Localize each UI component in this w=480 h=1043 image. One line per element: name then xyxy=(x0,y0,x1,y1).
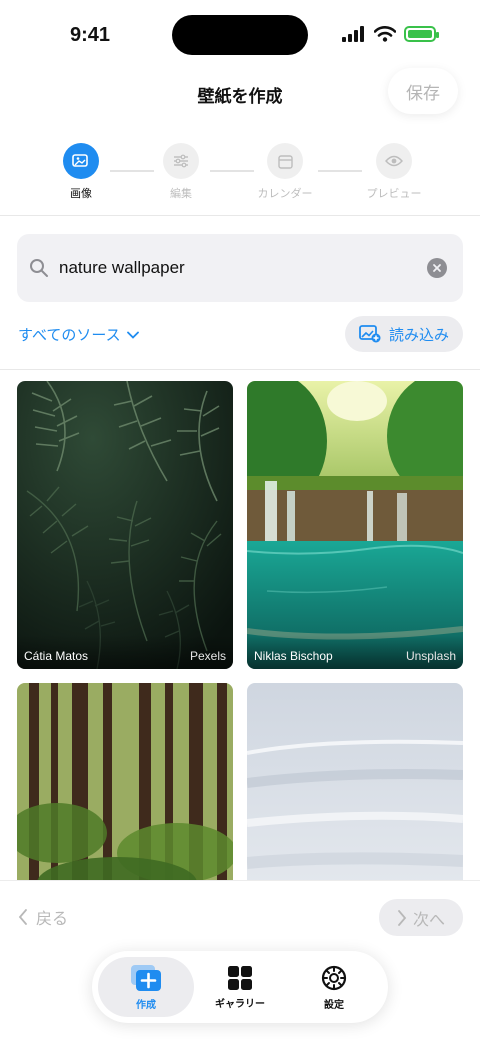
next-button[interactable]: 次へ xyxy=(379,899,463,936)
search-icon xyxy=(30,259,48,277)
sliders-icon xyxy=(174,154,188,168)
close-icon xyxy=(433,264,441,272)
search-input[interactable]: nature wallpaper xyxy=(59,258,427,278)
photo-source: Unsplash xyxy=(405,649,456,663)
photo-import-icon xyxy=(359,325,381,343)
tab-bar: 作成 ギャラリー 設定 xyxy=(92,951,388,1023)
status-bar: 9:41 xyxy=(0,0,480,70)
photo-author: Niklas Bischop xyxy=(254,649,333,663)
chevron-left-icon xyxy=(18,909,27,925)
status-time: 9:41 xyxy=(70,24,111,46)
search-field[interactable]: nature wallpaper xyxy=(17,234,463,302)
clear-search-button[interactable] xyxy=(427,258,447,278)
wallpaper-card[interactable] xyxy=(17,683,233,881)
tab-settings[interactable]: 設定 xyxy=(286,957,382,1017)
photo-author: Cátia Matos xyxy=(24,649,89,663)
source-filter-dropdown[interactable]: すべてのソース xyxy=(18,324,139,345)
tab-gallery[interactable]: ギャラリー xyxy=(192,957,288,1017)
create-icon xyxy=(131,964,161,991)
divider xyxy=(0,369,480,370)
chevron-right-icon xyxy=(398,909,407,926)
import-label: 読み込み xyxy=(388,325,449,344)
step-label: カレンダー xyxy=(257,187,313,200)
eye-icon xyxy=(385,155,403,167)
step-calendar[interactable]: カレンダー xyxy=(240,143,330,201)
back-button[interactable]: 戻る xyxy=(18,905,68,929)
step-edit[interactable]: 編集 xyxy=(136,143,226,201)
back-label: 戻る xyxy=(36,909,69,928)
step-label: 編集 xyxy=(170,187,192,200)
battery-icon xyxy=(404,26,439,42)
calendar-icon xyxy=(277,154,293,169)
next-label: 次へ xyxy=(412,909,445,929)
import-button[interactable]: 読み込み xyxy=(344,316,463,352)
wifi-icon xyxy=(374,26,396,42)
clouds-photo xyxy=(247,683,463,881)
step-label: プレビュー xyxy=(366,187,422,200)
photo-source: Pexels xyxy=(189,649,226,663)
wallpaper-grid: Cátia Matos Pexels Niklas Bischop Unspla… xyxy=(17,381,463,881)
photo-credit: Niklas Bischop Unsplash xyxy=(247,635,463,669)
bottom-bar: 戻る 次へ 作成 ギャラリー 設定 xyxy=(0,880,480,1043)
grid-icon xyxy=(228,965,252,990)
forest-photo xyxy=(17,683,233,881)
status-icons xyxy=(342,26,439,42)
wallpaper-card[interactable]: Cátia Matos Pexels xyxy=(17,381,233,669)
waterfall-photo xyxy=(247,381,463,669)
wallpaper-card[interactable] xyxy=(247,683,463,881)
source-filter-label: すべてのソース xyxy=(18,326,121,344)
image-icon xyxy=(72,154,88,167)
gear-icon xyxy=(321,965,347,990)
divider xyxy=(0,215,480,216)
chevron-down-icon xyxy=(126,331,139,339)
tab-label: 作成 xyxy=(136,999,156,1011)
dynamic-island xyxy=(172,15,308,55)
photo-credit: Cátia Matos Pexels xyxy=(17,635,233,669)
signal-icon xyxy=(342,26,364,42)
tab-create[interactable]: 作成 xyxy=(98,957,194,1017)
wallpaper-card[interactable]: Niklas Bischop Unsplash xyxy=(247,381,463,669)
screen: 9:41 壁紙を作成 保存 画像 編集 カレンダー プレビュー nature w… xyxy=(0,0,480,1043)
fern-photo xyxy=(17,381,233,669)
tab-label: 設定 xyxy=(324,999,344,1011)
step-label: 画像 xyxy=(70,187,92,200)
step-preview[interactable]: プレビュー xyxy=(349,143,439,201)
step-image[interactable]: 画像 xyxy=(36,143,126,201)
save-button[interactable]: 保存 xyxy=(388,68,458,114)
tab-label: ギャラリー xyxy=(215,998,265,1010)
step-indicator: 画像 編集 カレンダー プレビュー xyxy=(0,143,480,203)
